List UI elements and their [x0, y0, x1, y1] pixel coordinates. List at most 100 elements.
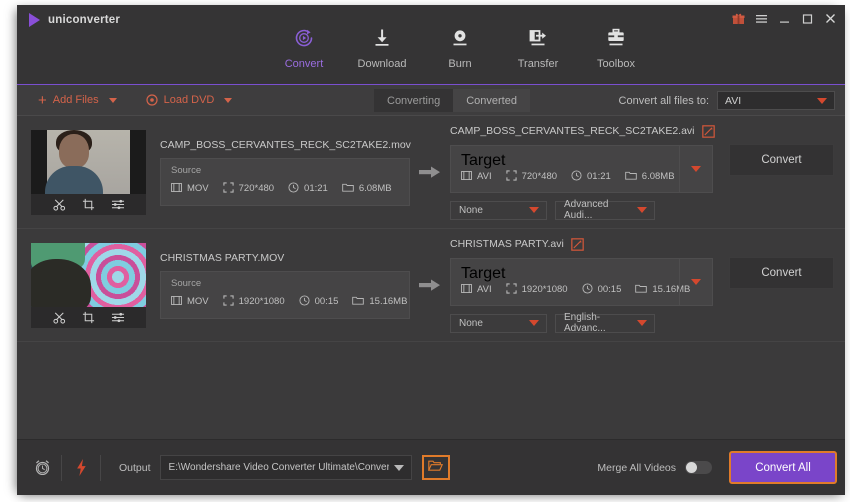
convert-circular-play-icon	[292, 25, 316, 51]
crop-icon[interactable]	[82, 311, 95, 324]
transfer-device-arrow-icon	[526, 25, 550, 51]
subtitle-select[interactable]: None	[450, 200, 547, 220]
app-window: uniconverter Convert Download Burn Trans…	[17, 5, 845, 495]
nav-tab-burn[interactable]: Burn	[421, 21, 499, 84]
crop-icon[interactable]	[82, 198, 95, 211]
menu-icon[interactable]	[754, 11, 768, 25]
nav-tab-download[interactable]: Download	[343, 21, 421, 84]
source-resolution-value: 1920*1080	[238, 296, 285, 307]
edit-pencil-icon[interactable]	[571, 237, 584, 251]
edit-pencil-icon[interactable]	[701, 124, 715, 138]
target-format: AVI	[461, 170, 492, 184]
minimize-icon[interactable]	[777, 11, 791, 25]
subtitle-select[interactable]: None	[450, 313, 547, 333]
source-label: Source	[171, 164, 202, 176]
table-row: CAMP_BOSS_CERVANTES_RECK_SC2TAKE2.mov So…	[17, 116, 845, 229]
source-filename: CAMP_BOSS_CERVANTES_RECK_SC2TAKE2.mov	[160, 138, 411, 151]
source-resolution: 720*480	[223, 181, 274, 196]
lightning-bolt-icon[interactable]	[66, 458, 96, 477]
target-meta-row: AVI 720*480 01:21 6.08MB	[461, 169, 702, 184]
target-format-dropdown[interactable]	[679, 258, 712, 305]
alarm-clock-icon[interactable]	[27, 458, 57, 477]
source-format: MOV	[171, 182, 209, 196]
film-frame-icon	[171, 295, 182, 309]
maximize-icon[interactable]	[800, 11, 814, 25]
target-filename: CHRISTMAS PARTY.avi	[450, 238, 564, 250]
source-duration: 00:15	[299, 294, 339, 309]
convert-all-to-select[interactable]: AVI	[717, 91, 835, 110]
clock-icon	[582, 282, 593, 297]
target-info-box: Target AVI	[450, 257, 713, 306]
audio-track-value: English-Advanc...	[564, 312, 606, 334]
effect-sliders-icon[interactable]	[111, 311, 125, 324]
thumbnail-image	[31, 129, 146, 194]
output-label: Output	[119, 461, 151, 474]
video-thumbnail[interactable]	[31, 129, 146, 215]
convert-button[interactable]: Convert	[729, 257, 834, 289]
folder-icon	[342, 182, 354, 196]
source-resolution: 1920*1080	[223, 294, 285, 309]
trim-scissors-icon[interactable]	[52, 198, 66, 211]
source-panel: CHRISTMAS PARTY.MOV Source MOV 1920*1080…	[160, 252, 410, 319]
clock-icon	[299, 294, 310, 309]
source-info-box: Source MOV	[160, 157, 410, 206]
audio-track-select[interactable]: English-Advanc...	[555, 312, 655, 334]
convert-button[interactable]: Convert	[729, 144, 834, 176]
source-size-value: 15.16MB	[369, 296, 408, 307]
output-path-value: E:\Wondershare Video Converter Ultimate\…	[168, 462, 389, 473]
audio-track-select[interactable]: Advanced Audi...	[555, 199, 655, 221]
status-segment-control: Converting Converted	[374, 89, 530, 112]
video-thumbnail[interactable]	[31, 242, 146, 328]
close-icon[interactable]	[823, 11, 837, 25]
target-panel: CAMP_BOSS_CERVANTES_RECK_SC2TAKE2.avi Ta…	[450, 124, 725, 221]
source-duration-value: 00:15	[314, 296, 339, 307]
target-format: AVI	[461, 283, 492, 297]
convert-all-to-label: Convert all files to:	[618, 94, 709, 107]
play-triangle-icon	[29, 13, 40, 27]
target-format-value: AVI	[477, 171, 492, 182]
divider	[100, 454, 101, 481]
trim-scissors-icon[interactable]	[52, 311, 66, 324]
source-duration: 01:21	[288, 181, 328, 196]
subtitle-value: None	[459, 204, 483, 216]
merge-all-videos-toggle[interactable]	[685, 461, 712, 474]
source-meta-row: MOV 720*480 01:21 6.08MB	[171, 181, 399, 196]
add-files-button[interactable]: + Add Files	[35, 93, 102, 108]
resolution-icon	[223, 181, 234, 196]
target-panel: CHRISTMAS PARTY.avi Target AVI 1920*1080…	[450, 237, 725, 334]
arrow-right-icon	[418, 278, 442, 292]
load-dvd-button[interactable]: Load DVD	[143, 94, 218, 106]
target-format-value: AVI	[477, 284, 492, 295]
app-title: uniconverter	[48, 14, 121, 26]
folder-icon	[625, 170, 637, 184]
nav-tab-toolbox[interactable]: Toolbox	[577, 21, 655, 84]
load-dvd-dropdown-caret[interactable]	[224, 97, 233, 103]
output-path-field[interactable]: E:\Wondershare Video Converter Ultimate\…	[159, 455, 412, 480]
source-info-box: Source MOV	[160, 270, 410, 319]
target-duration-value: 00:15	[597, 284, 622, 295]
nav-tab-transfer[interactable]: Transfer	[499, 21, 577, 84]
nav-tab-convert[interactable]: Convert	[265, 21, 343, 101]
add-files-dropdown-caret[interactable]	[108, 97, 117, 103]
file-toolbar: + Add Files Load DVD Converting Converte…	[17, 85, 845, 116]
target-filename: CAMP_BOSS_CERVANTES_RECK_SC2TAKE2.avi	[450, 125, 695, 137]
tab-converted[interactable]: Converted	[453, 89, 530, 112]
open-folder-button[interactable]	[421, 455, 450, 480]
chevron-down-icon	[637, 320, 647, 326]
target-format-dropdown[interactable]	[679, 145, 712, 192]
resolution-icon	[505, 282, 517, 297]
gift-icon[interactable]	[731, 11, 745, 25]
effect-sliders-icon[interactable]	[111, 198, 125, 211]
source-panel: CAMP_BOSS_CERVANTES_RECK_SC2TAKE2.mov So…	[160, 138, 411, 206]
convert-all-button[interactable]: Convert All	[729, 451, 837, 484]
chevron-down-icon	[529, 320, 539, 326]
nav-tab-burn-label: Burn	[448, 58, 472, 70]
divider	[61, 454, 62, 481]
target-resolution: 1920*1080	[505, 282, 568, 297]
tab-converting[interactable]: Converting	[374, 89, 454, 112]
chevron-down-icon	[637, 207, 647, 213]
title-nav-bar: uniconverter Convert Download Burn Trans…	[17, 5, 845, 101]
target-duration-value: 01:21	[587, 171, 611, 182]
window-controls	[731, 11, 837, 25]
source-size: 6.08MB	[342, 182, 392, 196]
